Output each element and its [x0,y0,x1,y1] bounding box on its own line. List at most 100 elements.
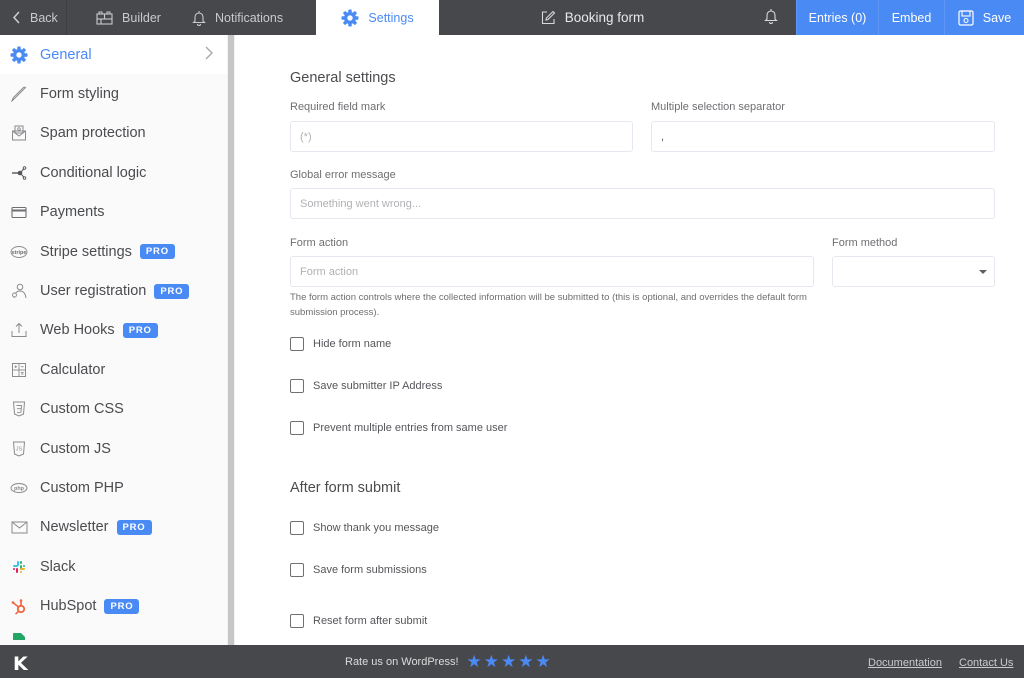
form-title[interactable]: Booking form [439,0,746,35]
sidebar-item-label: Custom CSS [40,401,124,418]
scrollbar-thumb[interactable] [228,35,234,645]
sidebar-item-label: User registration [40,283,147,300]
sidebar-item-label: General [40,46,92,63]
sidebar-item-web-hooks[interactable]: Web Hooks PRO [0,311,227,350]
form-action-input[interactable]: Form action [290,256,814,287]
documentation-link[interactable]: Documentation [868,657,942,669]
bell-icon [192,10,206,26]
checkbox-box[interactable] [290,379,304,393]
css-icon [10,400,28,418]
star-icon[interactable]: ★ [484,653,499,670]
credit-card-icon [10,203,28,221]
floppy-disk-icon [958,9,974,26]
sidebar-item-conditional-logic[interactable]: Conditional logic [0,153,227,192]
edit-icon [541,10,556,25]
sidebar-item-stripe-settings[interactable]: stripe Stripe settings PRO [0,232,227,271]
prevent-multiple-entries-checkbox[interactable]: Prevent multiple entries from same user [290,421,507,435]
form-method-select[interactable] [832,256,995,287]
error-message-input[interactable]: Something went wrong... [290,188,995,219]
sidebar-item-calculator[interactable]: Calculator [0,350,227,389]
hubspot-icon [10,597,28,615]
gear-icon [10,46,28,64]
gear-icon [341,9,359,27]
settings-label: Settings [368,10,414,25]
sidebar-item-spam-protection[interactable]: Spam protection [0,114,227,153]
sidebar-item-newsletter[interactable]: Newsletter PRO [0,508,227,547]
builder-blocks-icon [96,11,113,25]
app-logo: K [13,653,28,675]
checkbox-box[interactable] [290,421,304,435]
envelope-icon [10,518,28,536]
pro-badge: PRO [139,244,175,260]
after-submit-heading: After form submit [290,480,401,496]
checkbox-label: Save submitter IP Address [313,380,443,392]
separator-input[interactable]: , [651,121,995,152]
notifications-label: Notifications [215,10,284,25]
checkbox-box[interactable] [290,337,304,351]
tab-settings[interactable]: Settings [316,0,439,35]
caret-down-icon [979,270,987,274]
sidebar-item-google-sheets-partial[interactable] [0,626,227,640]
js-icon: JS [10,440,28,458]
spam-envelope-icon [10,124,28,142]
general-settings-heading: General settings [290,70,396,86]
tab-notifications[interactable]: Notifications [182,0,316,35]
entries-label: Entries (0) [808,10,867,25]
checkbox-label: Reset form after submit [313,615,428,627]
sidebar-item-slack[interactable]: Slack [0,547,227,586]
star-icon[interactable]: ★ [518,653,533,670]
tab-builder[interactable]: Builder [67,0,182,35]
rating-stars[interactable]: ★ ★ ★ ★ ★ [467,653,553,670]
reset-form-checkbox[interactable]: Reset form after submit [290,614,427,628]
sidebar-scrollbar[interactable] [227,35,235,645]
pro-badge: PRO [104,598,140,614]
checkbox-box[interactable] [290,563,304,577]
entries-button[interactable]: Entries (0) [796,0,878,35]
sidebar-item-general[interactable]: General [0,35,227,75]
hide-form-name-checkbox[interactable]: Hide form name [290,337,391,351]
back-button[interactable]: Back [0,0,67,35]
sidebar-item-label: Custom JS [40,440,111,457]
save-submissions-checkbox[interactable]: Save form submissions [290,563,427,577]
star-icon[interactable]: ★ [467,653,482,670]
required-mark-input[interactable]: (*) [290,121,633,152]
sidebar-item-custom-php[interactable]: php Custom PHP [0,468,227,507]
save-button[interactable]: Save [944,0,1024,35]
rate-text: Rate us on WordPress! [345,656,459,668]
svg-text:stripe: stripe [12,250,27,256]
calculator-icon [10,361,28,379]
sidebar-item-label: Payments [40,204,105,221]
form-action-help: The form action controls where the colle… [290,292,807,318]
star-icon[interactable]: ★ [536,653,551,670]
error-message-label: Global error message [290,169,396,181]
builder-label: Builder [122,10,161,25]
checkbox-box[interactable] [290,614,304,628]
star-icon[interactable]: ★ [501,653,516,670]
save-ip-checkbox[interactable]: Save submitter IP Address [290,379,442,393]
sidebar-item-payments[interactable]: Payments [0,193,227,232]
slack-icon [10,558,28,576]
upload-icon [10,321,28,339]
sidebar-item-label: Form styling [40,86,119,103]
sidebar-item-custom-css[interactable]: Custom CSS [0,390,227,429]
pro-badge: PRO [116,519,152,535]
pro-badge: PRO [154,283,190,299]
sidebar-item-custom-js[interactable]: JS Custom JS [0,429,227,468]
embed-button[interactable]: Embed [878,0,944,35]
notification-bell-button[interactable] [746,0,796,35]
separator-label: Multiple selection separator [651,101,785,113]
settings-panel: General settings Required field mark (*)… [235,35,1024,645]
top-bar: Back Builder Notifications Settings Book… [0,0,1024,35]
sidebar-item-label: Slack [40,558,76,575]
bell-icon [764,8,778,27]
show-thank-you-checkbox[interactable]: Show thank you message [290,521,439,535]
sidebar-item-label: Web Hooks [40,322,115,339]
checkbox-box[interactable] [290,521,304,535]
sidebar-item-label: HubSpot [40,598,97,615]
google-sheets-icon [10,632,28,640]
sidebar-item-hubspot[interactable]: HubSpot PRO [0,586,227,625]
sidebar-item-user-registration[interactable]: User registration PRO [0,271,227,310]
sidebar-item-form-styling[interactable]: Form styling [0,74,227,113]
form-method-label: Form method [832,237,898,249]
contact-us-link[interactable]: Contact Us [959,657,1013,669]
